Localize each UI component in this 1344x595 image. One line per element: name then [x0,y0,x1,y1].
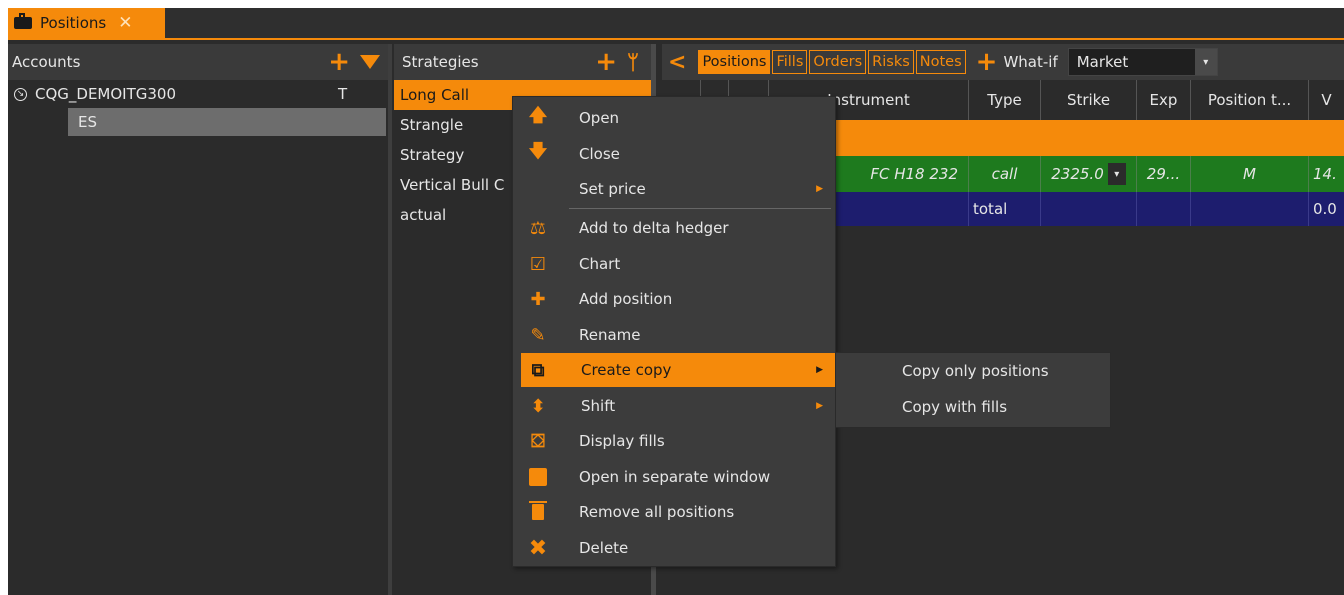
tab-orders[interactable]: Orders [809,50,867,74]
whatif-plus-icon: + [975,47,998,77]
price-mode-value: Market [1076,53,1129,71]
submenu-arrow-icon: ▶ [816,365,823,375]
menu-label: Shift [581,397,616,415]
close-icon[interactable]: ✕ [118,13,132,33]
menu-label: Rename [579,326,641,344]
menu-item-close[interactable]: 🡇 Close [513,137,835,171]
menu-label: Add to delta hedger [579,219,729,237]
cell-strike [1040,192,1136,226]
menu-item-set-price[interactable]: Set price ▶ [513,172,835,206]
menu-separator [569,208,831,209]
account-child-label: ES [78,113,97,131]
column-header-v[interactable]: V [1308,80,1344,120]
menu-label: Chart [579,255,621,273]
cell-v: 0.0 [1308,192,1344,226]
strategies-header: Strategies + ᛘ [394,44,651,80]
menu-label: Open [579,109,620,127]
menu-item-open[interactable]: 🡅 Open [513,101,835,135]
cell-position-type [1190,192,1308,226]
cell-v: 14. [1308,156,1344,192]
submenu-item-copy-with-fills[interactable]: Copy with fills [836,389,1110,425]
arrow-up-icon: 🡅 [528,105,548,126]
column-header-type[interactable]: Type [968,80,1040,120]
column-header-position-type[interactable]: Position t... [1190,80,1308,120]
tab-bar: Positions ✕ [0,0,1344,40]
account-arrow-icon: ↘ [14,87,27,101]
tab-positions-grid[interactable]: Positions [698,50,771,74]
menu-item-delete[interactable]: ✖ Delete [513,531,835,565]
tab-risks[interactable]: Risks [868,50,914,74]
chart-icon: ☑ [529,253,547,275]
menu-item-display-fills[interactable]: ⛋ Display fills [513,424,835,458]
whatif-button[interactable]: + What-if [976,49,1058,75]
menu-item-rename[interactable]: ✎ Rename [513,318,835,352]
briefcase-icon [14,13,32,29]
plus-icon: ✚ [530,288,546,310]
price-mode-select[interactable]: Market ▾ [1067,48,1218,76]
whatif-label: What-if [1003,53,1058,71]
accounts-header: Accounts + [8,44,388,80]
arrow-down-icon: 🡇 [528,141,548,162]
cell-exp [1136,192,1190,226]
trash-icon [527,501,549,523]
menu-item-add-to-delta-hedger[interactable]: ⚖ Add to delta hedger [513,211,835,245]
external-window-icon [527,466,549,488]
tab-positions[interactable]: Positions ✕ [8,8,165,38]
accounts-title: Accounts [12,53,81,71]
menu-item-open-in-separate-window[interactable]: Open in separate window [513,460,835,494]
tab-strip [8,8,1344,40]
fork-icon[interactable]: ᛘ [627,50,639,74]
tab-label: Positions [40,14,107,32]
submenu-arrow-icon: ▶ [816,184,823,194]
positions-toolbar: < Positions Fills Orders Risks Notes + W… [662,44,1344,80]
app-window: Positions ✕ Accounts + ↘ CQG_DEMOITG300 … [0,0,1344,595]
cell-strike[interactable]: 2325.0 ▾ [1040,156,1136,192]
menu-label: Display fills [579,432,665,450]
menu-label: Set price [579,180,646,198]
menu-item-remove-all-positions[interactable]: Remove all positions [513,495,835,529]
submenu-item-copy-only-positions[interactable]: Copy only positions [836,353,1110,389]
tab-notes[interactable]: Notes [915,50,966,74]
context-menu: 🡅 Open 🡇 Close Set price ▶ ⚖ Add to delt… [512,96,836,567]
account-row[interactable]: ↘ CQG_DEMOITG300 T [8,80,388,108]
account-child-es[interactable]: ES [68,108,386,136]
menu-label: Remove all positions [579,503,735,521]
submenu-arrow-icon: ▶ [816,401,823,411]
copy-icon: ⧉ [531,359,545,381]
chevron-down-icon: ▾ [1194,49,1217,75]
shift-icon: ⬍ [530,395,546,417]
fills-icon: ⛋ [531,430,545,452]
menu-label: Add position [579,290,673,308]
chevron-down-icon[interactable]: ▾ [1107,163,1126,185]
strategies-title: Strategies [402,53,479,71]
cell-position-type: M [1190,156,1308,192]
window-edge [0,40,8,595]
menu-label: Close [579,145,620,163]
edit-icon: ✎ [530,324,546,346]
collapse-left-icon[interactable]: < [668,50,686,75]
accounts-panel: Accounts + ↘ CQG_DEMOITG300 T ES [8,44,392,595]
menu-label: Create copy [581,361,672,379]
account-flag: T [338,85,348,103]
column-header-exp[interactable]: Exp [1136,80,1190,120]
menu-label: Open in separate window [579,468,771,486]
create-copy-submenu: Copy only positions Copy with fills [835,352,1111,428]
cell-type: call [968,156,1040,192]
filter-icon[interactable] [360,55,380,69]
delta-hedger-icon: ⚖ [529,217,547,239]
menu-label: Delete [579,539,629,557]
column-header-strike[interactable]: Strike [1040,80,1136,120]
add-account-icon[interactable]: + [328,49,350,75]
strike-value: 2325.0 [1051,165,1104,183]
add-strategy-icon[interactable]: + [595,49,617,75]
menu-item-shift[interactable]: ⬍ Shift ▶ [513,389,835,423]
menu-item-add-position[interactable]: ✚ Add position [513,282,835,316]
cell-type: total [968,192,1040,226]
delete-x-icon: ✖ [528,535,548,561]
menu-item-create-copy[interactable]: ⧉ Create copy ▶ [521,353,835,387]
cell-exp: 29... [1136,156,1190,192]
menu-item-chart[interactable]: ☑ Chart [513,247,835,281]
tab-fills[interactable]: Fills [772,50,808,74]
account-name: CQG_DEMOITG300 [35,85,177,103]
